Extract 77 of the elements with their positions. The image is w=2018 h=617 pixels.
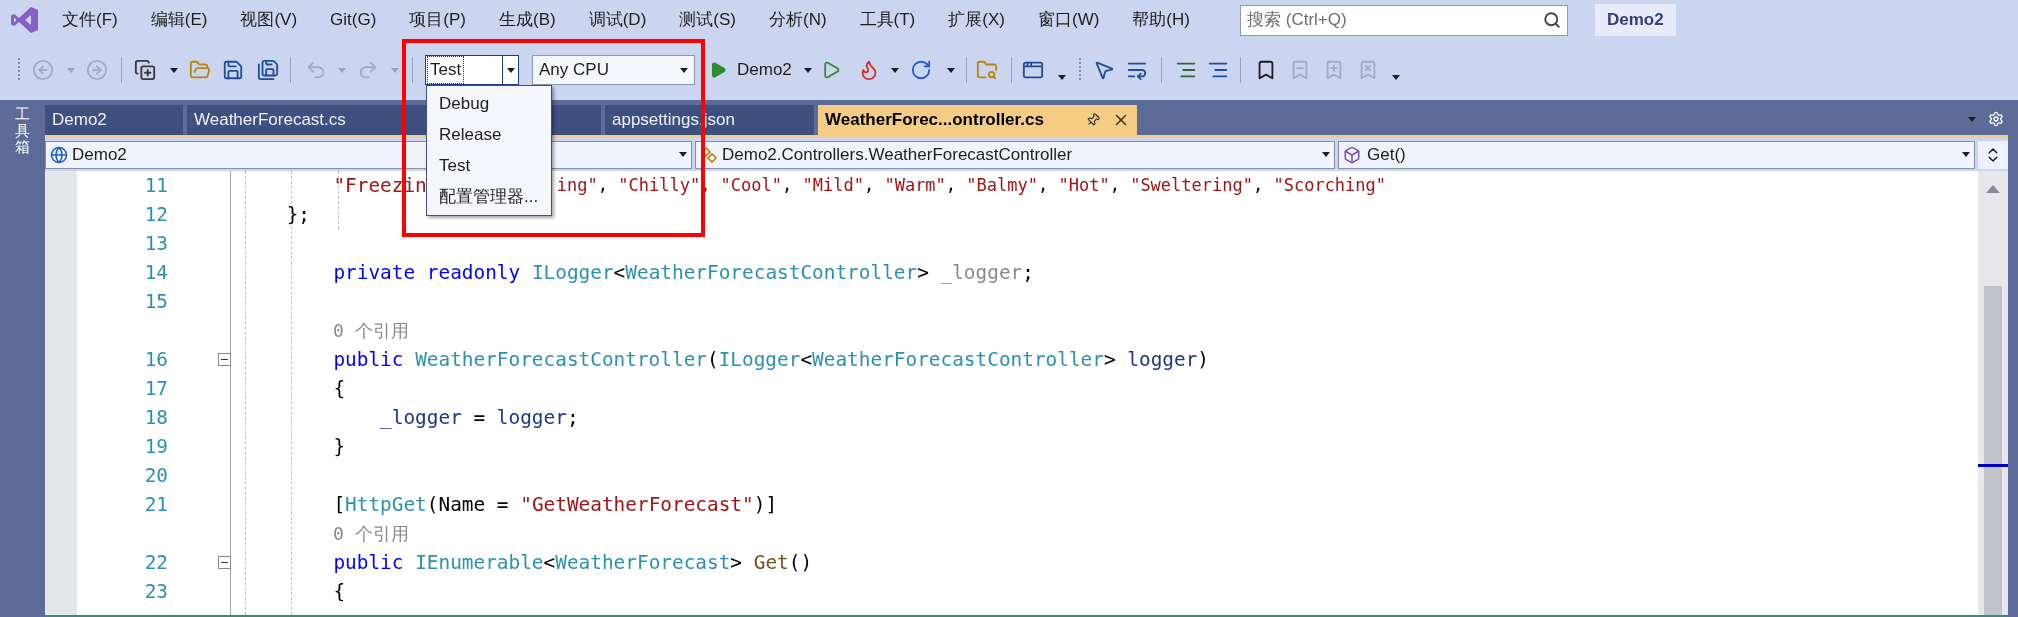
play-icon — [709, 61, 727, 79]
line-number: 17 — [143, 375, 168, 402]
new-item-icon[interactable] — [134, 59, 156, 81]
configuration-combo[interactable]: Test — [425, 55, 519, 85]
menu-item[interactable]: 窗口(W) — [1037, 7, 1100, 33]
caret-icon[interactable] — [946, 67, 955, 73]
menu-item[interactable]: 测试(S) — [679, 7, 736, 33]
scroll-thumb[interactable] — [1984, 286, 2002, 615]
code-line: public WeatherForecastController(ILogger<WeatherForecastController> logger) — [332, 346, 1210, 373]
menu-item[interactable]: 调试(D) — [588, 7, 647, 33]
menu-item[interactable]: 视图(V) — [240, 7, 298, 33]
scroll-up-icon[interactable] — [1986, 185, 2000, 193]
menu-item[interactable]: Git(G) — [330, 7, 377, 33]
solution-name: Demo2 — [1595, 4, 1676, 36]
line-number: 12 — [143, 201, 168, 228]
caret-icon[interactable] — [890, 67, 899, 73]
line-number: 11 — [143, 172, 168, 199]
save-icon[interactable] — [222, 59, 244, 81]
menu-item[interactable]: 分析(N) — [768, 7, 827, 33]
caret-icon[interactable] — [1391, 74, 1400, 80]
start-button[interactable]: Demo2 — [709, 55, 792, 85]
line-number: 20 — [143, 462, 168, 489]
menu-item[interactable]: 编辑(E) — [150, 7, 208, 33]
line-number: 14 — [143, 259, 168, 286]
collapse-icon[interactable] — [218, 556, 231, 569]
logo-icon[interactable] — [10, 5, 40, 35]
search-input[interactable]: 搜索 (Ctrl+Q) — [1247, 7, 1543, 33]
code-line: { — [332, 375, 346, 402]
cube-icon — [1343, 145, 1361, 164]
caret-icon[interactable] — [679, 152, 687, 157]
menu-item[interactable]: 帮助(H) — [1132, 7, 1190, 33]
search-icon[interactable] — [1543, 11, 1561, 29]
caret-icon[interactable] — [680, 67, 688, 73]
collapse-icon[interactable] — [218, 353, 231, 366]
refresh-icon[interactable] — [909, 59, 932, 81]
caret-icon[interactable] — [803, 67, 812, 73]
caret-icon[interactable] — [1962, 152, 1971, 157]
search-field[interactable]: 搜索 (Ctrl+Q) — [1240, 4, 1568, 36]
document-tab[interactable]: WeatherForec...ontroller.cs — [818, 105, 1137, 135]
platform-combo[interactable]: Any CPU — [532, 55, 695, 85]
caret-icon[interactable] — [170, 67, 178, 73]
scrollbar[interactable] — [1978, 171, 2008, 615]
document-tab[interactable]: Demo2 — [45, 105, 183, 135]
type-combo[interactable]: Demo2.Controllers.WeatherForecastController — [695, 140, 1335, 169]
code-line: [HttpGet(Name = "GetWeatherForecast")] — [332, 491, 778, 518]
line-number: 13 — [143, 230, 168, 257]
window-icon[interactable] — [1021, 59, 1044, 81]
line-number: 15 — [143, 288, 168, 315]
menu-item[interactable]: 文件(F) — [62, 7, 118, 33]
grip-icon[interactable] — [1078, 58, 1083, 82]
line-number: 22 — [143, 549, 168, 576]
toolbox-tab[interactable]: 工具箱 — [15, 106, 30, 156]
code-line: private readonly ILogger<WeatherForecastController> _logger; — [332, 259, 1034, 286]
caret-icon[interactable] — [1057, 74, 1066, 80]
caret-icon[interactable] — [1322, 152, 1330, 157]
code-line: _logger = logger; — [379, 404, 579, 431]
globe-icon — [50, 145, 68, 164]
line-number: 23 — [143, 578, 168, 605]
menu-item[interactable]: 扩展(X) — [948, 7, 1005, 33]
code-line: public IEnumerable<WeatherForecast> Get() — [332, 549, 813, 576]
menu-option[interactable]: 配置管理器... — [427, 181, 551, 212]
split-button[interactable] — [1978, 140, 2008, 169]
line-number: 19 — [143, 433, 168, 460]
member-combo[interactable]: Get() — [1338, 140, 1976, 169]
menu-item[interactable]: 生成(B) — [499, 7, 556, 33]
line-number: 16 — [143, 346, 168, 373]
save-all-icon[interactable] — [257, 59, 279, 81]
grip-icon[interactable] — [18, 58, 22, 82]
caret-icon[interactable] — [506, 67, 515, 73]
code-line: } — [332, 433, 346, 460]
settings-icon[interactable] — [1988, 111, 2004, 127]
menu-item[interactable]: 项目(P) — [409, 7, 466, 33]
code-line: { — [332, 578, 346, 605]
code-line: }; — [285, 201, 311, 228]
line-number: 18 — [143, 404, 168, 431]
menu-item[interactable]: 工具(T) — [859, 7, 916, 33]
line-number: 21 — [143, 491, 168, 518]
